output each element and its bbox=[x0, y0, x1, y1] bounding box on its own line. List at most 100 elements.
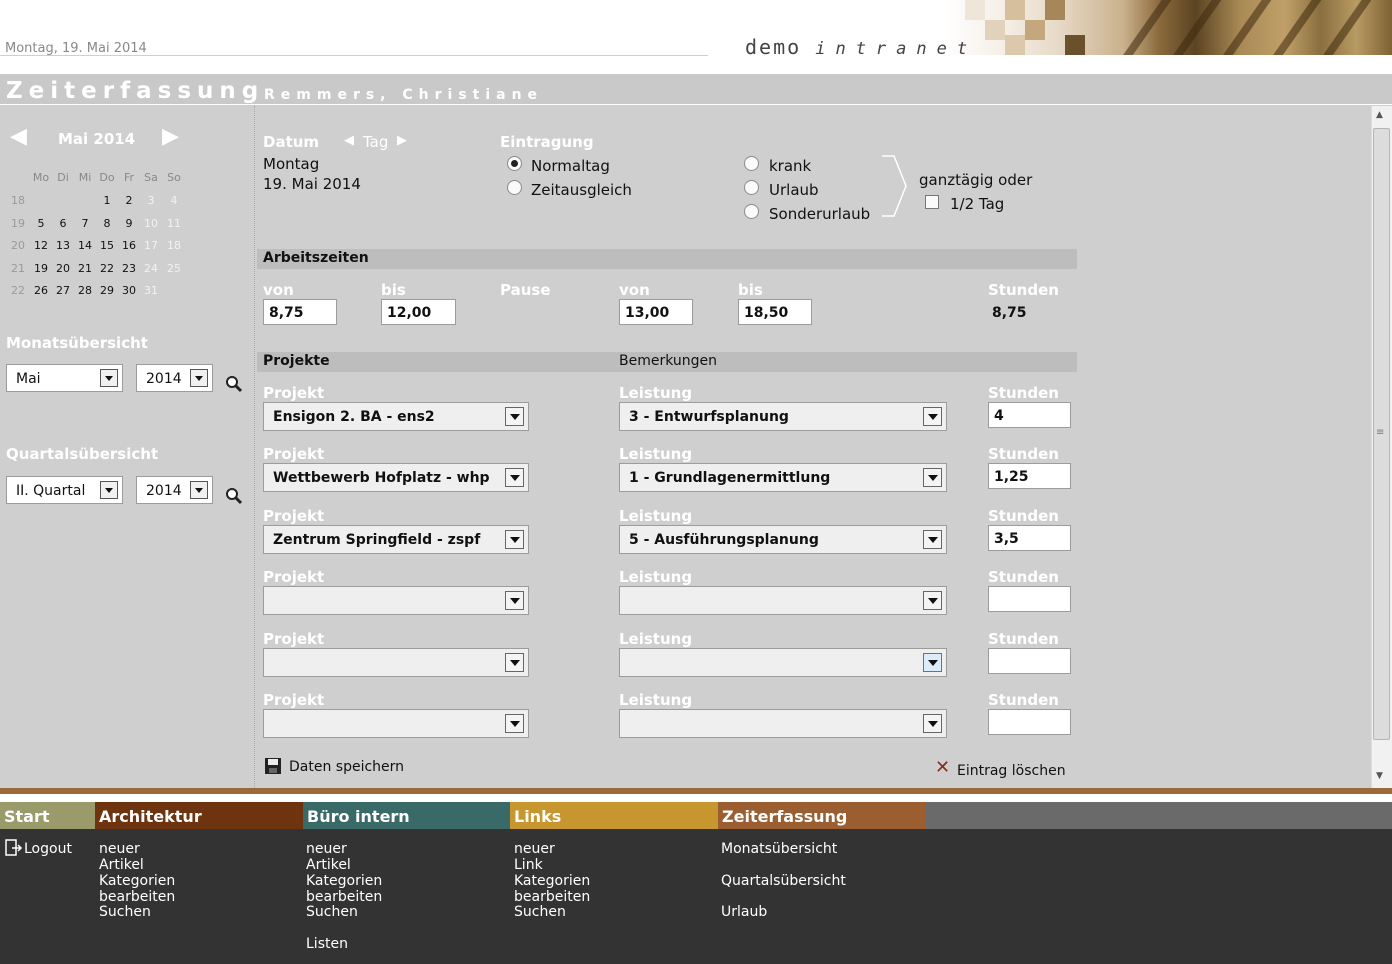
projekt-select-2[interactable]: Wettbewerb Hofplatz - whp bbox=[263, 463, 529, 492]
calendar-day[interactable]: 11 bbox=[164, 217, 184, 230]
nav-link[interactable]: Kategorien bearbeiten bbox=[99, 873, 175, 905]
nav-link[interactable]: Monatsübersicht bbox=[721, 841, 837, 857]
leistung-select-1[interactable]: 3 - Entwurfsplanung bbox=[619, 402, 947, 431]
calendar-day[interactable]: 28 bbox=[75, 284, 95, 297]
logout-icon[interactable] bbox=[5, 839, 23, 857]
chevron-down-icon[interactable] bbox=[923, 407, 942, 426]
calendar-day[interactable]: 6 bbox=[53, 217, 73, 230]
leistung-select-6[interactable] bbox=[619, 709, 947, 738]
scroll-up-icon[interactable]: ▲ bbox=[1376, 110, 1383, 120]
nav-link[interactable]: Suchen bbox=[99, 904, 151, 920]
nav-heading-2[interactable]: Büro intern bbox=[303, 802, 510, 829]
von2-input[interactable]: 13,00 bbox=[619, 299, 693, 325]
nav-heading-3[interactable]: Links bbox=[510, 802, 718, 829]
chevron-down-icon[interactable] bbox=[505, 468, 524, 487]
chevron-down-icon[interactable] bbox=[505, 407, 524, 426]
quarter-select[interactable]: II. Quartal bbox=[6, 476, 123, 504]
chevron-down-icon[interactable] bbox=[505, 653, 524, 672]
calendar-day[interactable]: 25 bbox=[164, 262, 184, 275]
calendar-day[interactable]: 18 bbox=[164, 239, 184, 252]
calendar-day[interactable]: 15 bbox=[97, 239, 117, 252]
nav-link[interactable]: Suchen bbox=[306, 904, 358, 920]
calendar-day[interactable]: 22 bbox=[97, 262, 117, 275]
save-button[interactable]: Daten speichern bbox=[289, 759, 404, 775]
calendar-day[interactable]: 19 bbox=[31, 262, 51, 275]
chevron-down-icon[interactable] bbox=[923, 530, 942, 549]
delete-button[interactable]: Eintrag löschen bbox=[957, 763, 1066, 779]
nav-heading-1[interactable]: Architektur bbox=[95, 802, 303, 829]
delete-icon[interactable]: ✕ bbox=[935, 759, 950, 777]
radio-normaltag[interactable] bbox=[507, 156, 522, 171]
von1-input[interactable]: 8,75 bbox=[263, 299, 337, 325]
projekt-select-5[interactable] bbox=[263, 648, 529, 677]
prev-month-icon[interactable]: ◀ bbox=[10, 124, 27, 149]
chevron-down-icon[interactable] bbox=[505, 714, 524, 733]
calendar-day[interactable]: 27 bbox=[53, 284, 73, 297]
calendar-day[interactable]: 30 bbox=[119, 284, 139, 297]
search-icon[interactable] bbox=[225, 487, 243, 505]
nav-link[interactable]: Logout bbox=[24, 841, 72, 857]
projekt-select-6[interactable] bbox=[263, 709, 529, 738]
chevron-down-icon[interactable] bbox=[923, 468, 942, 487]
stunden-input-3[interactable]: 3,5 bbox=[988, 525, 1071, 551]
radio-zeitausgleich[interactable] bbox=[507, 180, 522, 195]
bis2-input[interactable]: 18,50 bbox=[738, 299, 812, 325]
calendar-day[interactable]: 14 bbox=[75, 239, 95, 252]
stunden-input-1[interactable]: 4 bbox=[988, 402, 1071, 428]
quarter-year-select[interactable]: 2014 bbox=[136, 476, 213, 504]
chevron-down-icon[interactable] bbox=[190, 369, 208, 387]
calendar-day[interactable]: 31 bbox=[141, 284, 161, 297]
projekt-select-1[interactable]: Ensigon 2. BA - ens2 bbox=[263, 402, 529, 431]
nav-link[interactable]: Kategorien bearbeiten bbox=[306, 873, 382, 905]
calendar-day[interactable]: 17 bbox=[141, 239, 161, 252]
projekt-select-4[interactable] bbox=[263, 586, 529, 615]
calendar-day[interactable]: 13 bbox=[53, 239, 73, 252]
leistung-select-4[interactable] bbox=[619, 586, 947, 615]
calendar-day[interactable]: 1 bbox=[97, 194, 117, 207]
nav-link[interactable]: Urlaub bbox=[721, 904, 767, 920]
nav-link[interactable]: neuer Artikel bbox=[306, 841, 351, 873]
projekt-select-3[interactable]: Zentrum Springfield - zspf bbox=[263, 525, 529, 554]
nav-link[interactable]: Suchen bbox=[514, 904, 566, 920]
radio-krank[interactable] bbox=[744, 156, 759, 171]
chevron-down-icon[interactable] bbox=[923, 714, 942, 733]
radio-sonderurlaub[interactable] bbox=[744, 204, 759, 219]
calendar-day[interactable]: 20 bbox=[53, 262, 73, 275]
stunden-input-4[interactable] bbox=[988, 586, 1071, 612]
chevron-down-icon[interactable] bbox=[505, 530, 524, 549]
calendar-day[interactable]: 23 bbox=[119, 262, 139, 275]
chevron-down-icon[interactable] bbox=[923, 653, 942, 672]
stunden-input-5[interactable] bbox=[988, 648, 1071, 674]
chevron-down-icon[interactable] bbox=[505, 591, 524, 610]
leistung-select-3[interactable]: 5 - Ausführungsplanung bbox=[619, 525, 947, 554]
stunden-input-2[interactable]: 1,25 bbox=[988, 463, 1071, 489]
scroll-down-icon[interactable]: ▼ bbox=[1376, 771, 1383, 781]
halbtag-checkbox[interactable] bbox=[925, 195, 939, 209]
calendar-day[interactable]: 29 bbox=[97, 284, 117, 297]
next-month-icon[interactable]: ▶ bbox=[162, 124, 179, 149]
leistung-select-2[interactable]: 1 - Grundlagenermittlung bbox=[619, 463, 947, 492]
calendar-day[interactable]: 5 bbox=[31, 217, 51, 230]
month-select[interactable]: Mai bbox=[6, 364, 123, 392]
save-icon[interactable] bbox=[264, 757, 282, 775]
search-icon[interactable] bbox=[225, 375, 243, 393]
nav-link[interactable]: neuer Link bbox=[514, 841, 555, 873]
calendar-day[interactable]: 12 bbox=[31, 239, 51, 252]
nav-link[interactable]: Listen bbox=[306, 936, 348, 952]
calendar-day[interactable]: 10 bbox=[141, 217, 161, 230]
prev-day-icon[interactable]: ◀ bbox=[344, 133, 354, 148]
chevron-down-icon[interactable] bbox=[100, 481, 118, 499]
calendar-day[interactable]: 24 bbox=[141, 262, 161, 275]
calendar-day[interactable]: 21 bbox=[75, 262, 95, 275]
leistung-select-5[interactable] bbox=[619, 648, 947, 677]
month-year-select[interactable]: 2014 bbox=[136, 364, 213, 392]
calendar-day[interactable]: 26 bbox=[31, 284, 51, 297]
calendar-day[interactable]: 8 bbox=[97, 217, 117, 230]
calendar-day[interactable]: 16 bbox=[119, 239, 139, 252]
calendar-day[interactable]: 4 bbox=[164, 194, 184, 207]
calendar-day[interactable]: 3 bbox=[141, 194, 161, 207]
bis1-input[interactable]: 12,00 bbox=[381, 299, 456, 325]
chevron-down-icon[interactable] bbox=[190, 481, 208, 499]
calendar-day[interactable]: 2 bbox=[119, 194, 139, 207]
chevron-down-icon[interactable] bbox=[923, 591, 942, 610]
